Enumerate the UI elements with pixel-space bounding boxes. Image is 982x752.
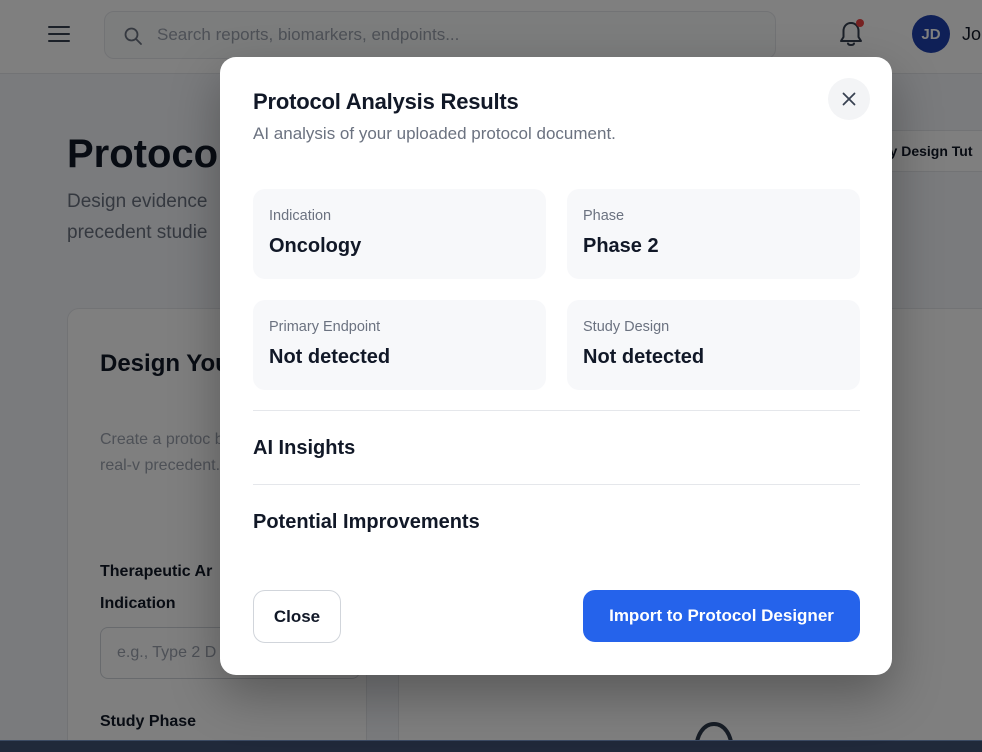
indication-card-value: Oncology: [269, 235, 362, 257]
close-button[interactable]: Close: [253, 590, 341, 643]
phase-card: Phase Phase 2: [567, 189, 860, 279]
phase-card-value: Phase 2: [583, 235, 659, 257]
indication-card: Indication Oncology: [253, 189, 546, 279]
primary-endpoint-card-label: Primary Endpoint: [269, 319, 381, 335]
study-design-card: Study Design Not detected: [567, 300, 860, 390]
bottom-edge: [0, 740, 982, 752]
divider: [253, 484, 860, 485]
ai-insights-section[interactable]: AI Insights: [253, 437, 355, 460]
divider: [253, 410, 860, 411]
phase-card-label: Phase: [583, 208, 625, 224]
study-design-card-value: Not detected: [583, 346, 705, 368]
modal-title: Protocol Analysis Results: [253, 89, 519, 114]
study-design-card-label: Study Design: [583, 319, 670, 335]
primary-endpoint-card-value: Not detected: [269, 346, 391, 368]
protocol-analysis-modal: Protocol Analysis Results AI analysis of…: [220, 57, 892, 675]
close-modal-button[interactable]: [828, 78, 870, 120]
import-to-protocol-designer-button[interactable]: Import to Protocol Designer: [583, 590, 860, 642]
potential-improvements-section[interactable]: Potential Improvements: [253, 511, 480, 534]
indication-card-label: Indication: [269, 208, 332, 224]
close-icon: [842, 92, 856, 106]
primary-endpoint-card: Primary Endpoint Not detected: [253, 300, 546, 390]
modal-subtitle: AI analysis of your uploaded protocol do…: [253, 124, 616, 143]
